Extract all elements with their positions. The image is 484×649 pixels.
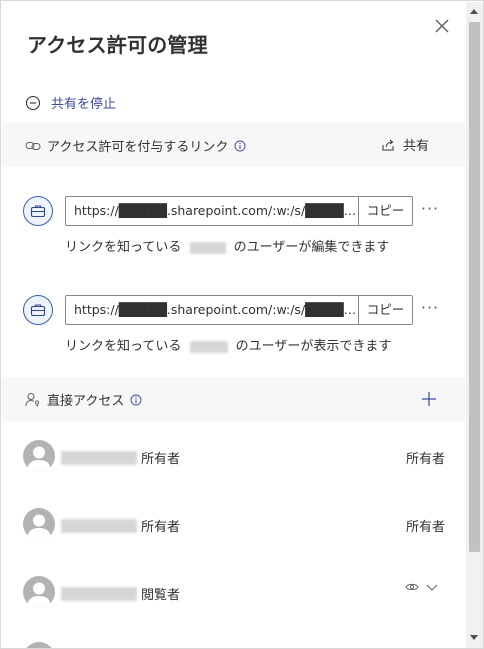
more-options-button[interactable]: ··· [419, 300, 441, 321]
link-description-suffix: のユーザーが編集できます [233, 240, 390, 255]
organization-link-icon [23, 196, 53, 226]
links-heading: アクセス許可を付与するリンク [25, 136, 246, 155]
redacted-name [61, 586, 137, 601]
person-row[interactable]: 閲覧者 [1, 576, 465, 616]
avatar [23, 508, 55, 540]
link-icon [25, 141, 41, 150]
organization-link-icon [23, 295, 53, 325]
plus-icon [422, 392, 436, 406]
stop-sharing-label: 共有を停止 [51, 97, 117, 112]
link-description: リンクを知っている のユーザーが編集できます [65, 236, 389, 255]
redacted-org-name [189, 340, 228, 353]
share-label: 共有 [403, 139, 430, 154]
person-role: 所有者 [405, 452, 445, 467]
person-name: 所有者 [61, 516, 180, 535]
redacted-org-name [189, 241, 226, 254]
person-row[interactable]: 所有者 所有者 [1, 440, 465, 480]
avatar [23, 576, 55, 608]
link-description-suffix: のユーザーが表示できます [235, 339, 392, 354]
manage-access-panel: アクセス許可の管理 共有を停止 アクセス許可を付与するリンク 共有 https:… [0, 0, 484, 649]
eye-icon [405, 583, 419, 591]
info-icon[interactable] [130, 394, 142, 406]
person-name-suffix: 所有者 [141, 452, 181, 467]
briefcase-icon [30, 205, 46, 218]
person-role: 所有者 [405, 520, 445, 535]
direct-access-label: 直接アクセス [47, 394, 125, 409]
default-person-icon [27, 514, 51, 540]
close-button[interactable] [431, 15, 453, 37]
link-description: リンクを知っている のユーザーが表示できます [65, 335, 391, 354]
info-icon[interactable] [234, 140, 246, 152]
default-person-icon [27, 446, 51, 472]
copy-button[interactable]: コピー [358, 196, 413, 226]
chevron-down-icon [426, 584, 438, 591]
vertical-scrollbar[interactable] [466, 2, 483, 648]
copy-button[interactable]: コピー [358, 295, 413, 325]
scrollbar-thumb[interactable] [469, 22, 480, 552]
permission-dropdown[interactable] [405, 582, 439, 592]
redacted-name [61, 518, 137, 533]
add-person-button[interactable] [419, 389, 439, 409]
default-person-icon [27, 582, 51, 608]
scroll-up-arrow[interactable] [470, 9, 478, 14]
avatar-partial [23, 642, 55, 648]
more-options-button[interactable]: ··· [419, 201, 441, 222]
person-row[interactable]: 所有者 所有者 [1, 508, 465, 548]
scroll-down-arrow[interactable] [470, 635, 478, 640]
redacted-name [61, 450, 137, 465]
briefcase-icon [30, 304, 46, 317]
person-name-suffix: 閲覧者 [141, 588, 181, 603]
share-button[interactable]: 共有 [381, 135, 429, 154]
links-heading-label: アクセス許可を付与するリンク [47, 140, 229, 155]
person-name: 閲覧者 [61, 584, 180, 603]
link-url-field[interactable]: https://█████.sharepoint.com/:w:/s/█████… [65, 196, 359, 226]
person-key-icon [25, 393, 40, 407]
stop-sharing-button[interactable]: 共有を停止 [25, 93, 116, 112]
person-name: 所有者 [61, 448, 180, 467]
direct-access-heading: 直接アクセス [25, 390, 142, 409]
avatar [23, 440, 55, 472]
link-description-prefix: リンクを知っている [65, 339, 182, 354]
link-description-prefix: リンクを知っている [65, 240, 182, 255]
share-icon [382, 139, 394, 150]
link-url-field[interactable]: https://█████.sharepoint.com/:w:/s/█████… [65, 295, 359, 325]
close-icon [435, 19, 449, 33]
panel-title: アクセス許可の管理 [27, 33, 208, 57]
minus-circle-icon [25, 95, 41, 110]
person-name-suffix: 所有者 [141, 520, 181, 535]
